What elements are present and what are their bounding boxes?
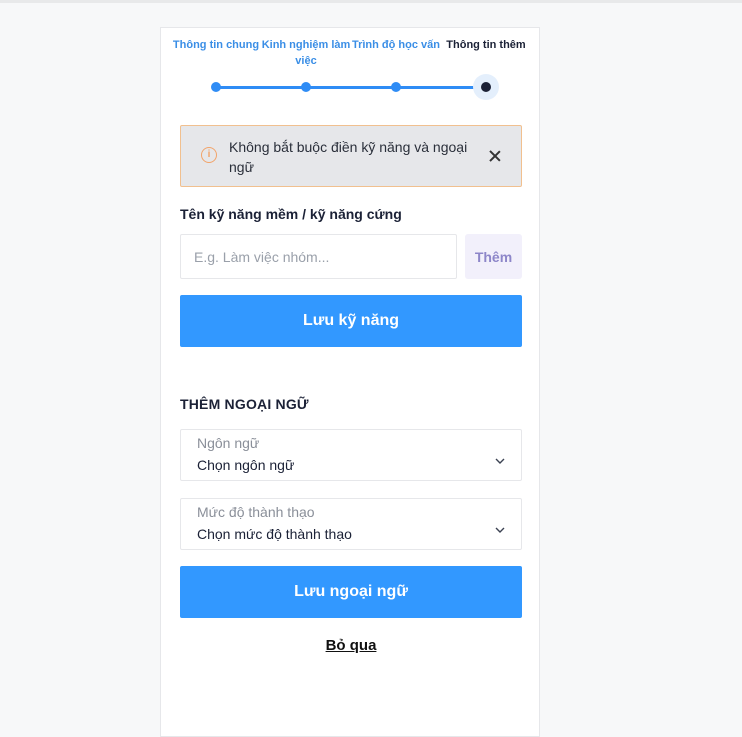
optional-notice: i Không bắt buộc điền kỹ năng và ngoại n…: [180, 125, 522, 187]
language-select[interactable]: Ngôn ngữ Chọn ngôn ngữ: [180, 429, 522, 481]
skill-input[interactable]: [180, 234, 457, 279]
notice-text: Không bắt buộc điền kỹ năng và ngoại ngữ: [229, 139, 468, 175]
step-4-dot[interactable]: [481, 82, 491, 92]
save-skills-button[interactable]: Lưu kỹ năng: [180, 295, 522, 347]
proficiency-select-caption: Mức độ thành thạo: [197, 504, 315, 520]
add-skill-button[interactable]: Thêm: [465, 234, 522, 279]
info-icon: i: [201, 147, 217, 163]
progress-stepper: Thông tin chung Kinh nghiệm làm việc Trì…: [161, 28, 541, 108]
languages-section-title: THÊM NGOẠI NGỮ: [180, 396, 309, 412]
form-card: Thông tin chung Kinh nghiệm làm việc Trì…: [160, 27, 540, 737]
language-select-caption: Ngôn ngữ: [197, 435, 260, 451]
skill-field-label: Tên kỹ năng mềm / kỹ năng cứng: [180, 206, 402, 222]
step-1-label[interactable]: Thông tin chung: [171, 37, 261, 53]
close-icon[interactable]: [487, 148, 503, 164]
step-2-dot[interactable]: [301, 82, 311, 92]
step-progress-line: [216, 86, 486, 89]
skip-link[interactable]: Bỏ qua: [161, 637, 541, 654]
save-languages-button[interactable]: Lưu ngoại ngữ: [180, 566, 522, 618]
step-4-label[interactable]: Thông tin thêm: [441, 37, 531, 53]
proficiency-select[interactable]: Mức độ thành thạo Chọn mức độ thành thạo: [180, 498, 522, 550]
top-border: [0, 0, 742, 3]
step-1-dot[interactable]: [211, 82, 221, 92]
chevron-down-icon: [495, 458, 505, 464]
chevron-down-icon: [495, 527, 505, 533]
step-3-label[interactable]: Trình độ học vấn: [351, 37, 441, 53]
proficiency-select-value: Chọn mức độ thành thạo: [197, 526, 352, 542]
step-3-dot[interactable]: [391, 82, 401, 92]
step-2-label[interactable]: Kinh nghiệm làm việc: [261, 37, 351, 69]
language-select-value: Chọn ngôn ngữ: [197, 457, 295, 473]
